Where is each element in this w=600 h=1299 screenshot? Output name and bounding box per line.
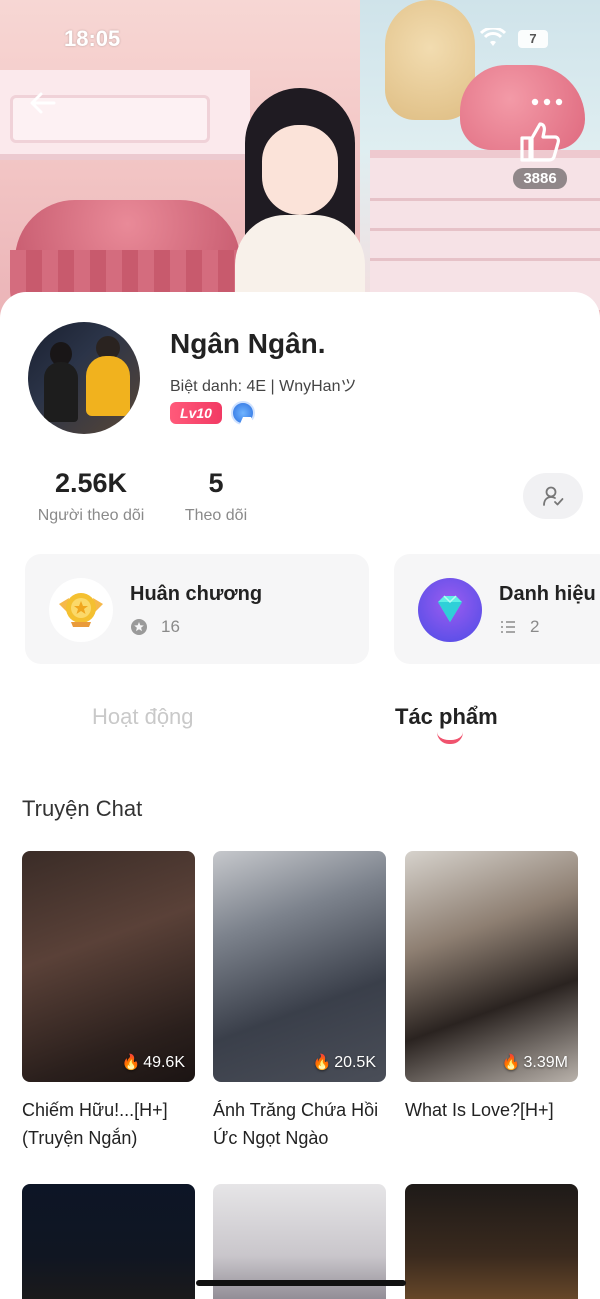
story-title: Ánh Trăng Chứa Hồi Ức Ngọt Ngào [213, 1100, 379, 1148]
profile-name: Ngân Ngân. [170, 328, 326, 359]
titles-title: Danh hiệu [499, 583, 596, 605]
diamond-icon [418, 578, 482, 642]
active-tab-indicator [437, 732, 463, 744]
following-count: 5 [208, 468, 224, 498]
wifi-icon [479, 26, 507, 54]
fire-icon: 🔥 [121, 1054, 141, 1071]
thumbs-up-icon [505, 120, 575, 164]
story-card[interactable]: 🔥 3.39M What Is Love?[H+] [405, 851, 578, 1124]
story-card[interactable]: 🔥 20.5K Ánh Trăng Chứa Hồi Ức Ngọt Ngào [213, 851, 386, 1152]
section-title: Truyện Chat [22, 796, 143, 821]
titles-count: 2 [530, 617, 540, 636]
status-bar: 18:05 7 [0, 26, 600, 56]
medals-card[interactable]: Huân chương 16 [25, 554, 369, 664]
back-arrow-icon[interactable] [28, 88, 64, 124]
medals-count: 16 [161, 617, 180, 636]
status-time: 18:05 [64, 26, 121, 51]
story-cover-image: 🔥 3.39M [405, 851, 578, 1082]
following-stat[interactable]: 5 Theo dõi [180, 468, 252, 525]
vip-badge-icon [231, 401, 255, 426]
list-icon [499, 618, 517, 640]
level-badge: Lv10 [170, 402, 222, 424]
profile-sheet: Ngân Ngân. Biệt danh: 4E | WnyHanツ Lv10 … [0, 292, 600, 1299]
story-cover-image[interactable] [22, 1184, 195, 1299]
titles-card[interactable]: Danh hiệu 2 [394, 554, 600, 664]
story-title: What Is Love?[H+] [405, 1100, 554, 1120]
followers-label: Người theo dõi [37, 507, 145, 524]
story-title: Chiếm Hữu!...[H+] (Truyện Ngắn) [22, 1100, 168, 1148]
avatar[interactable] [28, 322, 140, 434]
home-indicator[interactable] [196, 1280, 406, 1286]
fire-icon: 🔥 [501, 1054, 521, 1071]
follow-user-button[interactable] [523, 473, 583, 519]
story-views: 🔥 20.5K [312, 1054, 377, 1071]
tab-activity[interactable]: Hoạt động [92, 704, 194, 730]
followers-stat[interactable]: 2.56K Người theo dõi [30, 468, 152, 525]
tab-works[interactable]: Tác phẩm [395, 704, 498, 730]
medal-icon [49, 578, 113, 642]
story-cover-image[interactable] [405, 1184, 578, 1299]
story-views: 🔥 3.39M [501, 1054, 568, 1071]
fire-icon: 🔥 [312, 1054, 332, 1071]
profile-nickname: Biệt danh: 4E | WnyHanツ [170, 378, 357, 395]
medals-title: Huân chương [130, 583, 263, 605]
story-views: 🔥 49.6K [121, 1054, 186, 1071]
more-icon[interactable] [530, 92, 570, 112]
story-cover-image: 🔥 20.5K [213, 851, 386, 1082]
star-icon [130, 618, 148, 640]
like-button[interactable]: 3886 [505, 120, 575, 195]
story-cover-image: 🔥 49.6K [22, 851, 195, 1082]
followers-count: 2.56K [54, 468, 128, 498]
like-count: 3886 [513, 168, 567, 189]
avatar-character-face [262, 125, 338, 215]
story-card[interactable]: 🔥 49.6K Chiếm Hữu!...[H+] (Truyện Ngắn) [22, 851, 195, 1152]
following-label: Theo dõi [184, 507, 248, 524]
battery-icon: 7 [518, 30, 548, 48]
